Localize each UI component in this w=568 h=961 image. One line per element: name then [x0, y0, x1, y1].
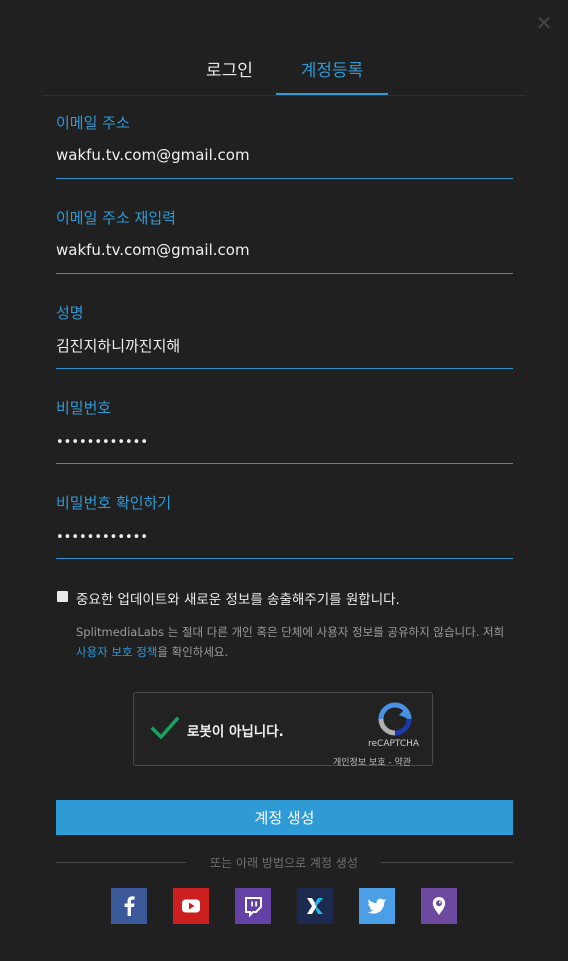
divider-line-left: [56, 862, 186, 863]
privacy-notice: SplitmediaLabs 는 절대 다른 개인 혹은 단체에 사용자 정보를…: [76, 622, 516, 662]
recaptcha-logo-icon: [378, 702, 412, 736]
name-field: 성명: [56, 302, 513, 369]
twitch-icon[interactable]: [235, 888, 271, 924]
email-label: 이메일 주소: [56, 114, 130, 132]
password-confirm-label: 비밀번호 확인하기: [56, 494, 172, 512]
periscope-icon[interactable]: [421, 888, 457, 924]
auth-tabs: 로그인 계정등록: [42, 48, 526, 96]
facebook-icon[interactable]: [111, 888, 147, 924]
divider-line-right: [381, 862, 513, 863]
email-confirm-field: 이메일 주소 재입력: [56, 207, 513, 274]
divider: 또는 아래 방법으로 계정 생성: [56, 854, 513, 872]
recaptcha-brand: reCAPTCHA: [368, 739, 420, 749]
checkmark-icon[interactable]: [150, 713, 180, 743]
mixer-icon[interactable]: [297, 888, 333, 924]
password-input[interactable]: [56, 435, 513, 450]
email-field: 이메일 주소: [56, 112, 513, 179]
tab-register[interactable]: 계정등록: [276, 56, 388, 95]
name-label: 성명: [56, 304, 84, 322]
privacy-policy-link[interactable]: 사용자 보호 정책: [76, 645, 157, 659]
youtube-icon[interactable]: [173, 888, 209, 924]
password-field: 비밀번호: [56, 397, 513, 464]
recaptcha-label: 로봇이 아닙니다.: [187, 724, 284, 740]
privacy-notice-text-end: 을 확인하세요.: [157, 645, 229, 659]
email-input[interactable]: [56, 146, 513, 164]
create-account-button[interactable]: 계정 생성: [56, 800, 513, 835]
password-label: 비밀번호: [56, 399, 112, 417]
newsletter-label: 중요한 업데이트와 새로운 정보를 송출해주기를 원합니다.: [76, 592, 400, 608]
newsletter-option: 중요한 업데이트와 새로운 정보를 송출해주기를 원합니다.: [56, 588, 526, 608]
recaptcha-links[interactable]: 개인정보 보호 - 약관: [333, 755, 411, 768]
email-confirm-input[interactable]: [56, 241, 513, 259]
email-confirm-label: 이메일 주소 재입력: [56, 209, 176, 227]
newsletter-checkbox[interactable]: [57, 591, 68, 602]
twitter-icon[interactable]: [359, 888, 395, 924]
close-icon[interactable]: ×: [534, 12, 554, 32]
divider-text: 또는 아래 방법으로 계정 생성: [210, 856, 358, 870]
register-modal: × 로그인 계정등록 이메일 주소 이메일 주소 재입력 성명 비밀번호 비밀번…: [0, 0, 568, 961]
recaptcha-widget: 로봇이 아닙니다. reCAPTCHA 개인정보 보호 - 약관: [133, 692, 433, 768]
name-input[interactable]: [56, 336, 513, 354]
privacy-notice-text: SplitmediaLabs 는 절대 다른 개인 혹은 단체에 사용자 정보를…: [76, 625, 505, 639]
password-confirm-input[interactable]: [56, 530, 513, 545]
tab-login[interactable]: 로그인: [192, 56, 267, 94]
password-confirm-field: 비밀번호 확인하기: [56, 492, 513, 559]
